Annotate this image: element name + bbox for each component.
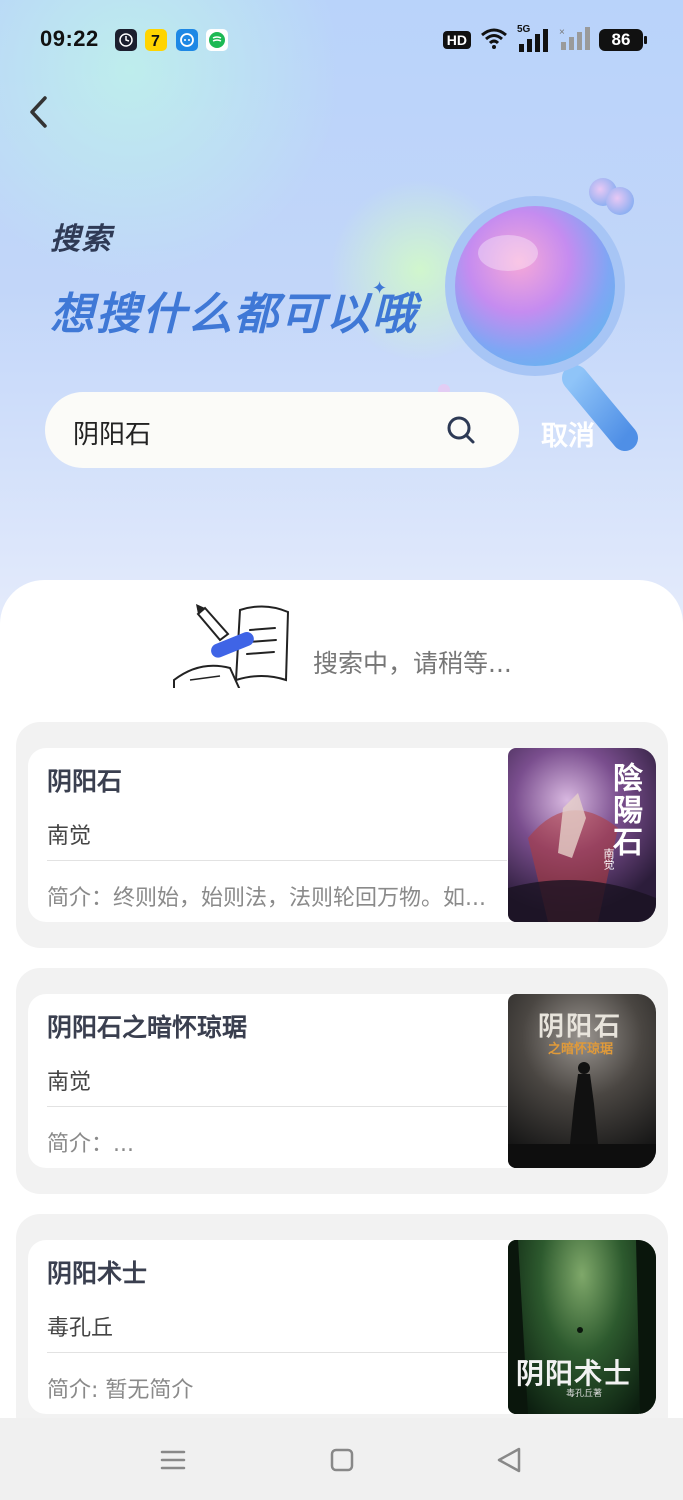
- svg-text:7: 7: [151, 33, 160, 50]
- divider: [47, 1106, 507, 1107]
- search-icon[interactable]: [445, 414, 477, 446]
- book-author: 南觉: [47, 1070, 92, 1095]
- search-input[interactable]: 阴阳石: [73, 414, 151, 451]
- book-cover: 阴阳术士 毒孔丘著: [508, 1240, 656, 1414]
- menu-icon[interactable]: [153, 1440, 193, 1480]
- system-nav-bar: [0, 1418, 683, 1500]
- cover-author: 南觉: [602, 848, 615, 870]
- chevron-left-icon: [30, 96, 47, 128]
- wifi-icon: [479, 26, 509, 54]
- signal-empty-icon: ×: [559, 26, 591, 54]
- sparkle-icon: ✦: [372, 278, 388, 299]
- book-author: 南觉: [47, 824, 92, 849]
- cover-subtitle: 之暗怀琼琚: [548, 1042, 614, 1057]
- book-cover: 阴阳石 之暗怀琼琚: [508, 994, 656, 1168]
- page-slogan: 想搜什么都可以哦: [50, 289, 418, 340]
- search-box[interactable]: 阴阳石: [45, 392, 519, 468]
- book-description: 简介: 暂无简介: [47, 1378, 194, 1403]
- cancel-button[interactable]: 取消: [541, 414, 595, 453]
- page-title: 搜索: [50, 222, 112, 257]
- result-card[interactable]: 阴阳石 南觉 简介：终则始，始则法，法则轮回万物。如... 陰陽石 南觉: [16, 722, 668, 948]
- back-triangle-icon[interactable]: [490, 1440, 530, 1480]
- divider: [47, 1352, 507, 1353]
- book-description: 简介：终则始，始则法，法则轮回万物。如...: [47, 886, 486, 911]
- qimao-app-icon: 7: [145, 29, 167, 51]
- clock-app-icon: [115, 29, 137, 51]
- chat-app-icon: [176, 29, 198, 51]
- hero-header: 09:22 7 HD 5G × 86 搜索 想搜什么都可以哦 ✦ 阴阳石 取消: [0, 0, 683, 640]
- book-title: 阴阳石之暗怀琼琚: [47, 1013, 248, 1042]
- results-panel: 搜索中，请稍等... 阴阳石 南觉 简介：终则始，始则法，法则轮回万物。如...…: [0, 580, 683, 1440]
- signal-5g-icon: 5G: [517, 24, 551, 52]
- divider: [47, 860, 507, 861]
- book-title: 阴阳术士: [47, 1259, 148, 1288]
- result-card-inner[interactable]: 阴阳术士 毒孔丘 简介: 暂无简介 阴阳术士 毒孔丘著: [28, 1240, 656, 1414]
- book-title: 阴阳石: [47, 767, 123, 796]
- result-card[interactable]: 阴阳石之暗怀琼琚 南觉 简介：... 阴阳石 之暗怀琼琚: [16, 968, 668, 1194]
- book-description: 简介：...: [47, 1132, 134, 1157]
- status-right: HD 5G × 86: [442, 24, 647, 54]
- cover-title: 陰陽石: [607, 762, 642, 858]
- writing-illustration-icon: [173, 604, 290, 688]
- loading-indicator: 搜索中，请稍等...: [170, 598, 570, 688]
- book-author: 毒孔丘: [47, 1316, 114, 1341]
- message-app-icon: [206, 29, 228, 51]
- status-bar: 09:22 7 HD 5G × 86: [0, 0, 683, 80]
- result-card[interactable]: 阴阳术士 毒孔丘 简介: 暂无简介 阴阳术士 毒孔丘著: [16, 1214, 668, 1440]
- hd-badge: HD: [442, 31, 471, 49]
- book-cover: 陰陽石 南觉: [508, 748, 656, 922]
- back-button[interactable]: [22, 92, 62, 132]
- loading-text: 搜索中，请稍等...: [313, 649, 512, 678]
- result-card-inner[interactable]: 阴阳石之暗怀琼琚 南觉 简介：... 阴阳石 之暗怀琼琚: [28, 994, 656, 1168]
- battery-indicator: 86: [599, 29, 647, 51]
- status-time: 09:22: [40, 26, 99, 51]
- cover-author: 毒孔丘著: [566, 1389, 603, 1399]
- svg-text:×: ×: [559, 27, 565, 38]
- result-card-inner[interactable]: 阴阳石 南觉 简介：终则始，始则法，法则轮回万物。如... 陰陽石 南觉: [28, 748, 656, 922]
- home-icon[interactable]: [322, 1440, 362, 1480]
